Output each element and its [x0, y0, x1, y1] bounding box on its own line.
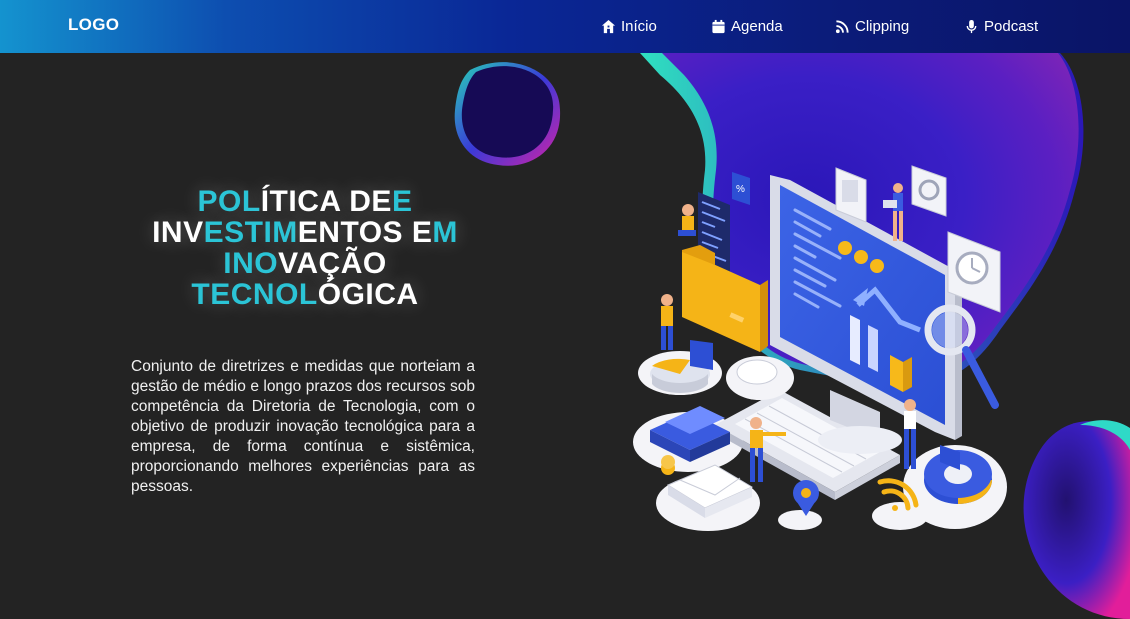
title-segment: POL [197, 185, 261, 219]
title-line: POLÍTICA DEE [110, 186, 500, 217]
title-segment: ENTOS E [297, 216, 433, 250]
title-segment: M [432, 216, 458, 250]
decorative-blob-corner [1023, 420, 1130, 619]
title-segment: INV [152, 216, 204, 250]
title-segment: E [391, 185, 413, 219]
pie-chart-illustration [650, 340, 713, 393]
title-line: INOVAÇÃO [110, 248, 500, 279]
title-segment: ÍTICA DE [260, 185, 392, 219]
decorative-blob-small [454, 62, 561, 166]
title-line: TECNOLÓGICA [110, 279, 500, 310]
svg-text:%: % [736, 184, 745, 195]
title-segment: ÓGICA [317, 278, 419, 312]
title-segment: INO [223, 247, 279, 281]
title-segment: ESTIM [203, 216, 298, 250]
title-segment: TECNOL [191, 278, 318, 312]
hero-description: Conjunto de diretrizes e medidas que nor… [131, 357, 475, 495]
title-segment: VAÇÃO [278, 247, 387, 281]
mouse-illustration [726, 356, 794, 400]
page-title: POLÍTICA DEE INVESTIMENTOS EM INOVAÇÃO TECN… [110, 186, 500, 310]
title-line: INVESTIMENTOS EM [110, 217, 500, 248]
